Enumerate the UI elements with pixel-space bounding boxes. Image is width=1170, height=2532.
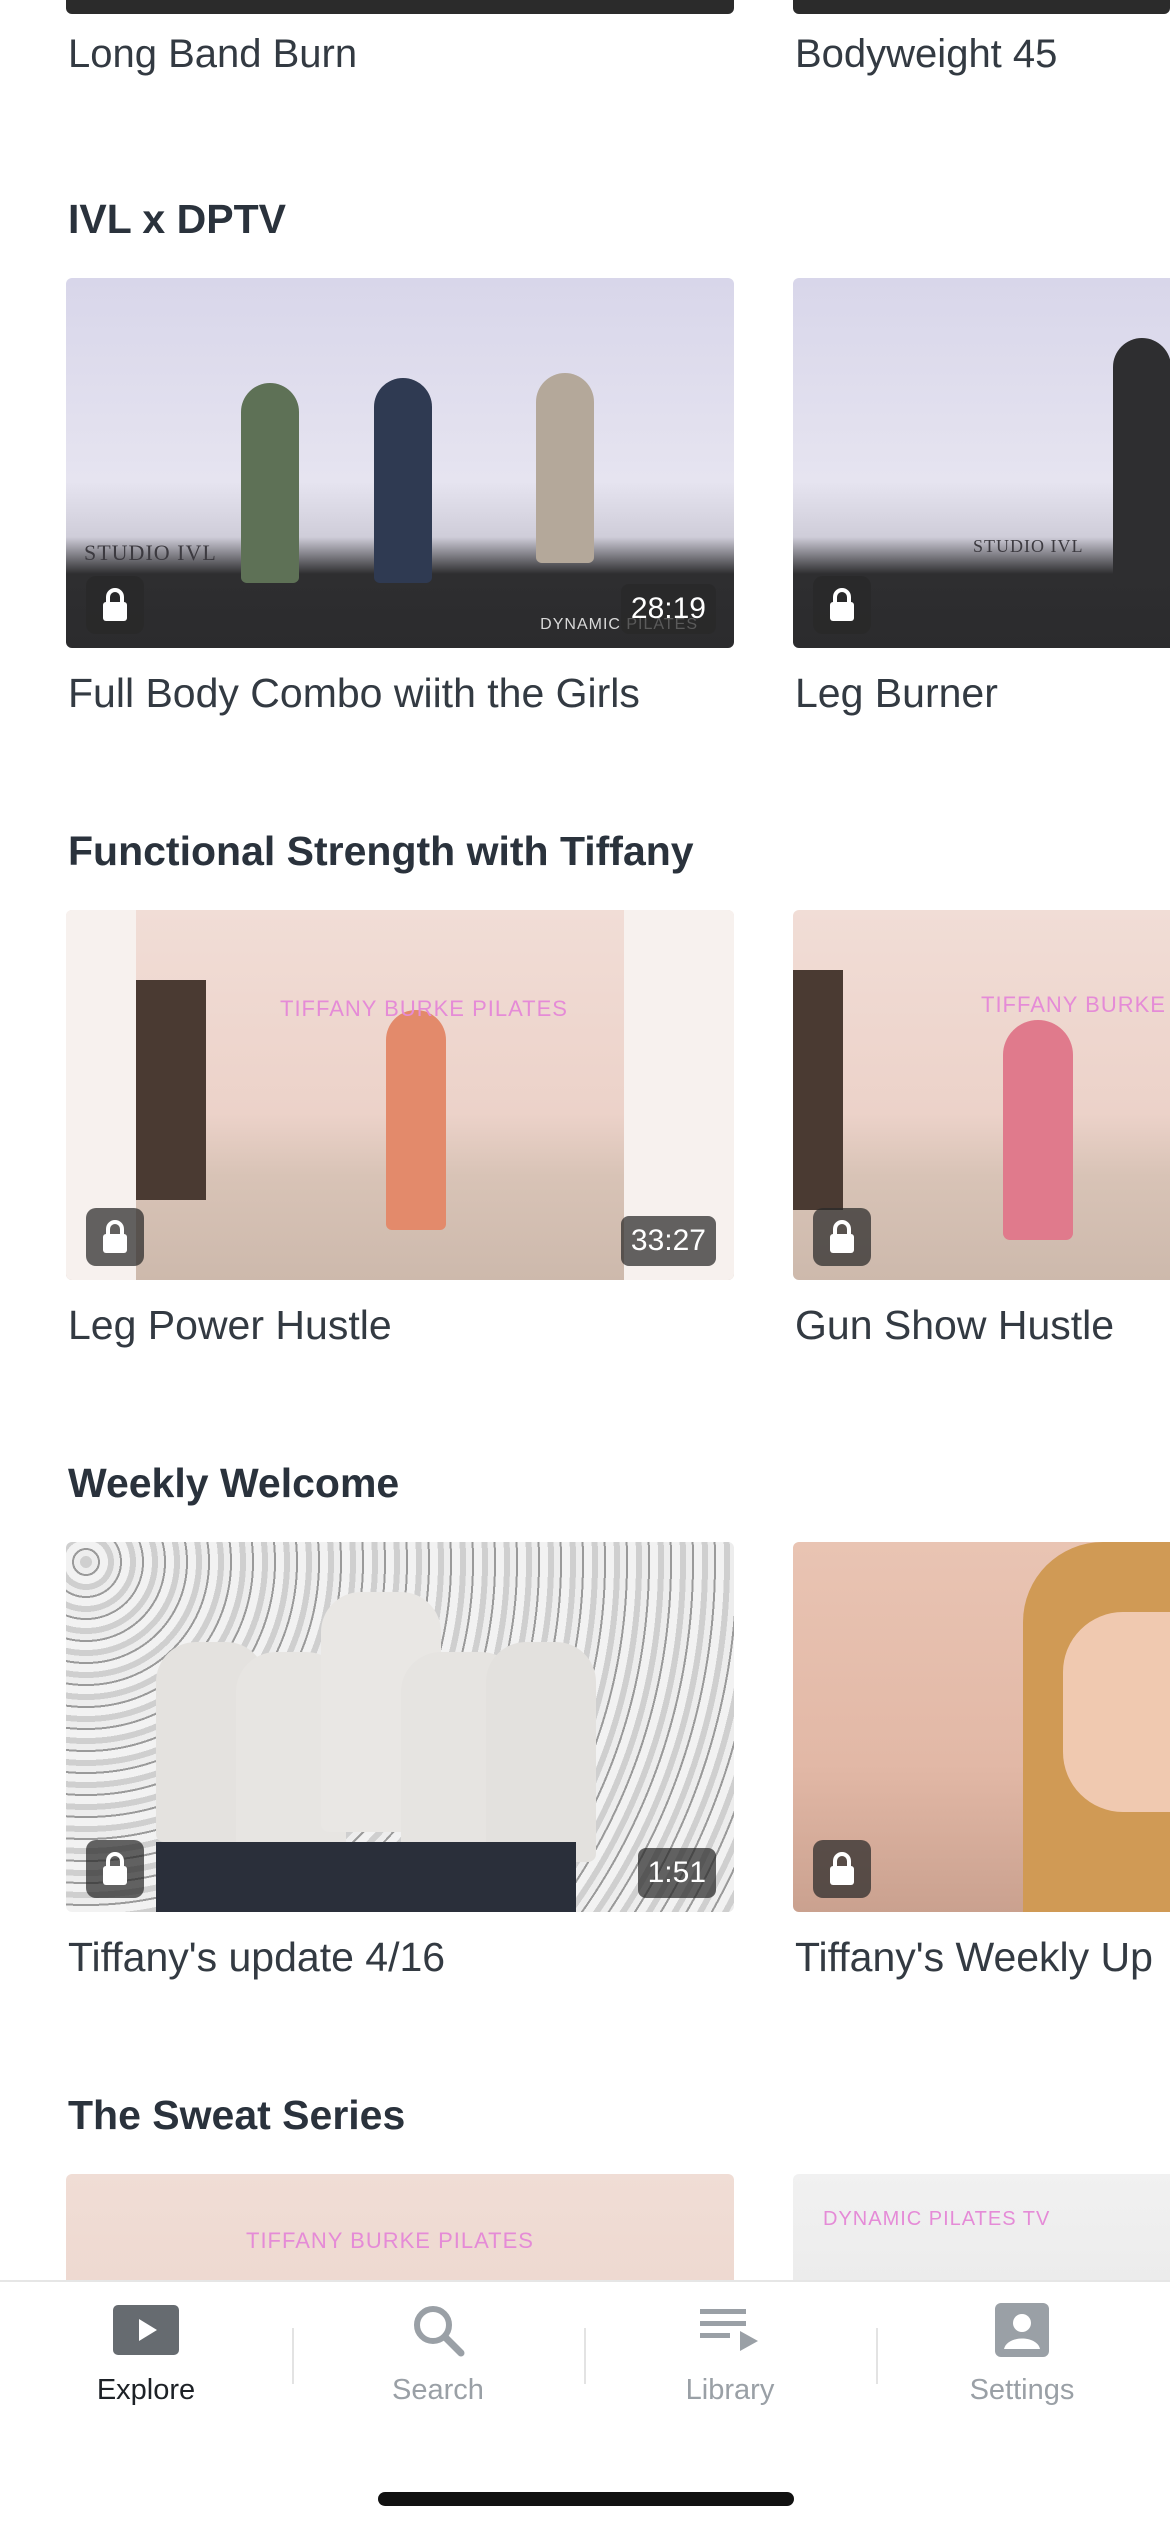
settings-icon xyxy=(987,2300,1057,2360)
video-card[interactable]: Tiffany's Weekly Up xyxy=(793,1542,1170,1980)
section-title: The Sweat Series xyxy=(68,2092,406,2138)
video-thumbnail[interactable] xyxy=(793,1542,1170,1912)
video-thumbnail[interactable] xyxy=(66,0,734,14)
video-card[interactable]: TIFFANY BURKE PILATES 33:27 Leg Power Hu… xyxy=(66,910,734,1348)
home-indicator[interactable] xyxy=(378,2492,794,2506)
video-thumbnail[interactable]: STUDIO IVL xyxy=(793,278,1170,648)
explore-screen: Long Band Burn Bodyweight 45 IVL x DPTV … xyxy=(0,0,1170,2532)
tab-label: Library xyxy=(685,2374,775,2406)
tab-label: Settings xyxy=(969,2374,1075,2406)
video-thumbnail[interactable]: 1:51 xyxy=(66,1542,734,1912)
lock-icon xyxy=(86,576,144,634)
video-title[interactable]: Tiffany's update 4/16 xyxy=(68,1934,445,1981)
studio-watermark: STUDIO IVL xyxy=(84,540,217,565)
studio-watermark: STUDIO IVL xyxy=(973,536,1084,556)
play-icon xyxy=(111,2300,181,2360)
video-thumbnail[interactable] xyxy=(793,0,1170,14)
section-title: IVL x DPTV xyxy=(68,196,286,242)
lock-icon xyxy=(813,576,871,634)
lock-icon xyxy=(813,1208,871,1266)
neon-sign: TIFFANY BURKE PILATES xyxy=(246,2228,534,2253)
video-card[interactable]: STUDIO IVL Leg Burner xyxy=(793,278,1170,716)
tab-label: Search xyxy=(392,2374,484,2406)
neon-sign: TIFFANY BURKE PILATES xyxy=(280,996,568,1021)
tab-explore[interactable]: Explore xyxy=(0,2282,292,2432)
video-thumbnail[interactable]: STUDIO IVL DYNAMIC PILATES 28:19 xyxy=(66,278,734,648)
video-title[interactable]: Bodyweight 45 xyxy=(795,32,1057,77)
duration-badge: 33:27 xyxy=(620,1216,716,1266)
library-icon xyxy=(695,2300,765,2360)
tab-search[interactable]: Search xyxy=(292,2282,584,2432)
video-title[interactable]: Gun Show Hustle xyxy=(795,1302,1114,1349)
search-icon xyxy=(403,2300,473,2360)
section-title: Functional Strength with Tiffany xyxy=(68,828,694,874)
tab-settings[interactable]: Settings xyxy=(876,2282,1168,2432)
neon-sign: DYNAMIC PILATES TV xyxy=(823,2208,1051,2230)
tab-library[interactable]: Library xyxy=(584,2282,876,2432)
tab-label: Explore xyxy=(96,2374,196,2406)
neon-sign: TIFFANY BURKE xyxy=(981,992,1166,1017)
video-card[interactable]: 1:51 Tiffany's update 4/16 xyxy=(66,1542,734,1980)
previous-section-row: Long Band Burn Bodyweight 45 xyxy=(0,0,1170,120)
lock-icon xyxy=(813,1840,871,1898)
video-card[interactable]: STUDIO IVL DYNAMIC PILATES 28:19 Full Bo… xyxy=(66,278,734,716)
video-title[interactable]: Tiffany's Weekly Up xyxy=(795,1934,1153,1981)
video-thumbnail[interactable]: TIFFANY BURKE xyxy=(793,910,1170,1280)
video-card[interactable]: TIFFANY BURKE Gun Show Hustle xyxy=(793,910,1170,1348)
duration-badge: 1:51 xyxy=(637,1848,716,1898)
video-title[interactable]: Leg Burner xyxy=(795,670,998,717)
video-title[interactable]: Leg Power Hustle xyxy=(68,1302,392,1349)
lock-icon xyxy=(86,1840,144,1898)
video-thumbnail[interactable]: TIFFANY BURKE PILATES 33:27 xyxy=(66,910,734,1280)
duration-badge: 28:19 xyxy=(620,584,716,634)
video-title[interactable]: Full Body Combo wiith the Girls xyxy=(68,670,640,717)
section-title: Weekly Welcome xyxy=(68,1460,400,1506)
lock-icon xyxy=(86,1208,144,1266)
video-title[interactable]: Long Band Burn xyxy=(68,32,357,77)
